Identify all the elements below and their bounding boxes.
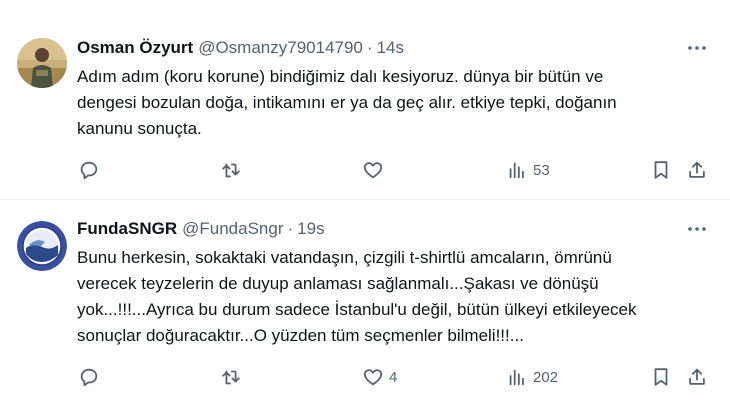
heart-icon <box>362 366 384 388</box>
views-button[interactable]: 53 <box>506 158 550 182</box>
tweet-text-line: sonuçlar doğuracaktır...O yüzden tüm seç… <box>77 326 524 345</box>
bookmark-icon <box>650 366 672 388</box>
reply-icon <box>78 159 100 181</box>
tweet-header: Osman Özyurt @Osmanzy79014790 · 14s <box>77 37 404 59</box>
bookmark-icon <box>650 159 672 181</box>
tweet[interactable]: Osman Özyurt @Osmanzy79014790 · 14s Adım… <box>0 0 730 199</box>
share-icon <box>686 366 708 388</box>
tweet-text-line: Bunu herkesin, sokaktaki vatandaşın, çiz… <box>77 248 612 267</box>
reply-button[interactable] <box>78 158 100 182</box>
retweet-icon <box>220 159 242 181</box>
retweet-icon <box>220 366 242 388</box>
tweet-text-line: yok...!!!...Ayrıca bu durum sadece İstan… <box>77 300 637 319</box>
more-button[interactable] <box>686 218 708 240</box>
tweet-text-line: kanunu sonuçta. <box>77 119 202 138</box>
views-count: 202 <box>533 368 559 386</box>
author-name[interactable]: Osman Özyurt <box>77 38 193 58</box>
more-button[interactable] <box>686 37 708 59</box>
bookmark-button[interactable] <box>650 158 672 182</box>
author-handle[interactable]: @FundaSngr <box>182 219 283 239</box>
tweet-text-line: Adım adım (koru korune) bindiğimiz dalı … <box>77 67 604 86</box>
tweet-text-line: dengesi bozulan doğa, intikamını er ya d… <box>77 93 617 112</box>
views-icon <box>506 366 528 388</box>
reply-icon <box>78 366 100 388</box>
share-icon <box>686 159 708 181</box>
more-icon <box>688 46 706 50</box>
retweet-button[interactable] <box>220 158 242 182</box>
avatar[interactable] <box>17 38 67 88</box>
tweet-text: Adım adım (koru korune) bindiğimiz dalı … <box>77 64 707 142</box>
avatar[interactable] <box>17 221 67 271</box>
retweet-button[interactable] <box>220 365 242 389</box>
author-name[interactable]: FundaSNGR <box>77 219 177 239</box>
separator: · <box>366 38 373 57</box>
like-count: 4 <box>389 368 398 386</box>
separator: · <box>287 219 294 238</box>
author-handle[interactable]: @Osmanzy79014790 <box>198 38 363 58</box>
like-button[interactable] <box>362 158 389 182</box>
reply-button[interactable] <box>78 365 100 389</box>
action-bar: 4 202 <box>0 365 730 389</box>
timestamp[interactable]: 19s <box>297 219 324 239</box>
tweet-divider <box>0 199 730 200</box>
share-button[interactable] <box>686 158 708 182</box>
timestamp[interactable]: 14s <box>377 38 404 58</box>
tweet-text: Bunu herkesin, sokaktaki vatandaşın, çiz… <box>77 245 707 349</box>
share-button[interactable] <box>686 365 708 389</box>
like-button[interactable]: 4 <box>362 365 397 389</box>
tweet-header: FundaSNGR @FundaSngr · 19s <box>77 218 325 240</box>
heart-icon <box>362 159 384 181</box>
tweet-text-line: verecek teyzelerin de duyup anlaması sağ… <box>77 274 599 293</box>
more-icon <box>688 227 706 231</box>
views-button[interactable]: 202 <box>506 365 558 389</box>
views-icon <box>506 159 528 181</box>
views-count: 53 <box>533 161 550 179</box>
bookmark-button[interactable] <box>650 365 672 389</box>
tweet-feed: Osman Özyurt @Osmanzy79014790 · 14s Adım… <box>0 0 730 420</box>
action-bar: 53 <box>0 158 730 182</box>
